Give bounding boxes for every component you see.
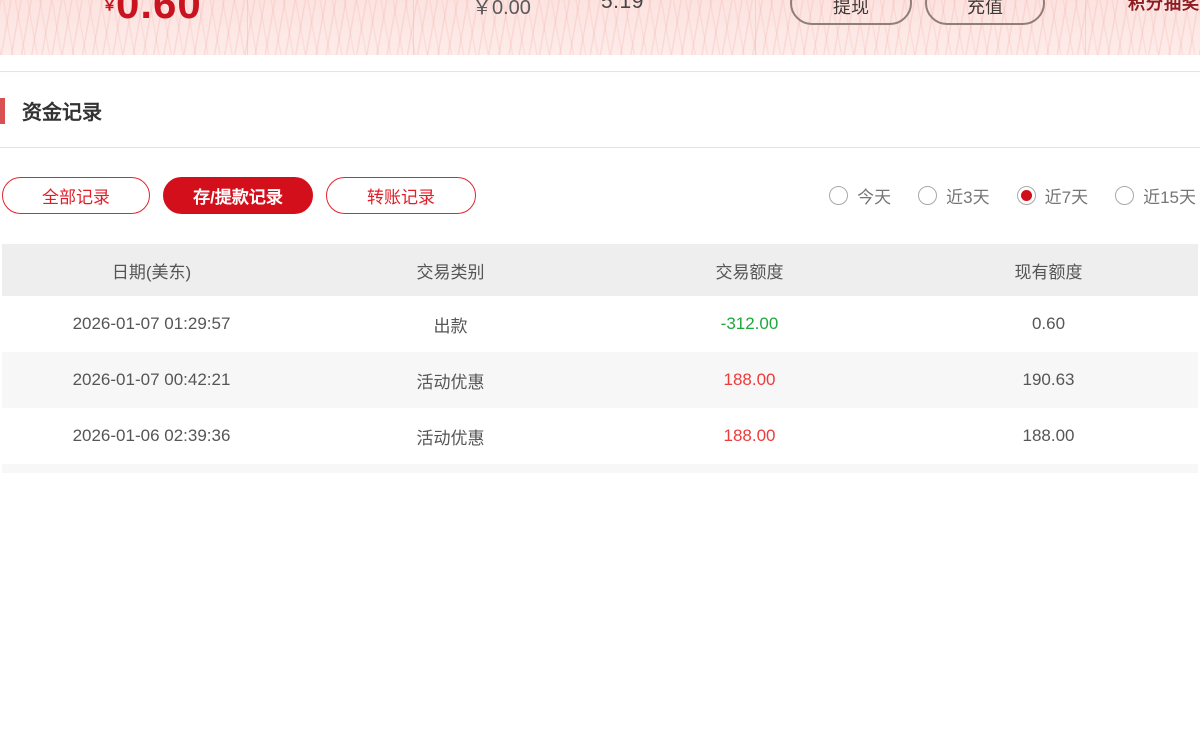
tab-deposit-withdraw-records[interactable]: 存/提款记录 [163,177,313,214]
radio-circle-icon[interactable] [829,186,848,205]
band-divider [755,0,756,55]
band-divider [247,0,248,55]
cell-balance: 188.00 [899,426,1198,446]
radio-today[interactable]: 今天 [829,183,891,208]
radio-selected-icon[interactable] [1017,186,1036,205]
currency-symbol: ￥ [102,0,117,15]
recharge-button[interactable]: 充值 [925,0,1045,25]
main-balance-value: 0.60 [116,0,202,28]
column-header-date: 日期(美东) [2,258,301,283]
band-divider [413,0,414,55]
cell-amount: 188.00 [600,426,899,446]
cell-type: 出款 [301,312,600,337]
table-tail-stripe [2,464,1198,473]
record-type-tabs: 全部记录 存/提款记录 转账记录 [2,177,476,214]
cell-balance: 190.63 [899,370,1198,390]
tab-transfer-records[interactable]: 转账记录 [326,177,476,214]
wallet-summary-band: ￥ 0.60 ￥0.00 5.19 提现 充值 积分抽奖 [0,0,1200,55]
radio-circle-icon[interactable] [918,186,937,205]
cell-type: 活动优惠 [301,368,600,393]
section-header: 资金记录 [0,97,1200,124]
section-accent-bar [0,98,5,124]
cell-amount: -312.00 [600,314,899,334]
radio-last-7-days[interactable]: 近7天 [1017,183,1088,208]
table-row: 2026-01-07 01:29:57 出款 -312.00 0.60 [2,296,1198,352]
corner-link[interactable]: 积分抽奖 [1128,0,1200,14]
radio-last-15-days[interactable]: 近15天 [1115,183,1196,208]
secondary-balance-value: ￥0.00 [472,0,531,20]
table-row: 2026-01-06 02:39:36 活动优惠 188.00 188.00 [2,408,1198,464]
column-header-balance: 现有额度 [899,258,1198,283]
cell-balance: 0.60 [899,314,1198,334]
cell-date: 2026-01-07 00:42:21 [2,370,301,390]
table-header-row: 日期(美东) 交易类别 交易额度 现有额度 [2,244,1198,296]
cell-date: 2026-01-06 02:39:36 [2,426,301,446]
page-divider [0,71,1200,72]
withdraw-button[interactable]: 提现 [790,0,912,25]
cell-type: 活动优惠 [301,424,600,449]
radio-last-3-days[interactable]: 近3天 [918,183,989,208]
band-divider [1085,0,1086,55]
section-divider [0,147,1200,148]
column-header-type: 交易类别 [301,258,600,283]
points-value: 5.19 [601,0,644,14]
date-range-radio-group: 今天 近3天 近7天 近15天 [829,183,1196,208]
cell-amount: 188.00 [600,370,899,390]
fund-records-table: 日期(美东) 交易类别 交易额度 现有额度 2026-01-07 01:29:5… [2,244,1198,473]
table-row: 2026-01-07 00:42:21 活动优惠 188.00 190.63 [2,352,1198,408]
cell-date: 2026-01-07 01:29:57 [2,314,301,334]
filter-row: 全部记录 存/提款记录 转账记录 今天 近3天 近7天 近15天 [0,177,1200,214]
radio-circle-icon[interactable] [1115,186,1134,205]
column-header-amount: 交易额度 [600,258,899,283]
tab-all-records[interactable]: 全部记录 [2,177,150,214]
page-title: 资金记录 [22,96,102,125]
